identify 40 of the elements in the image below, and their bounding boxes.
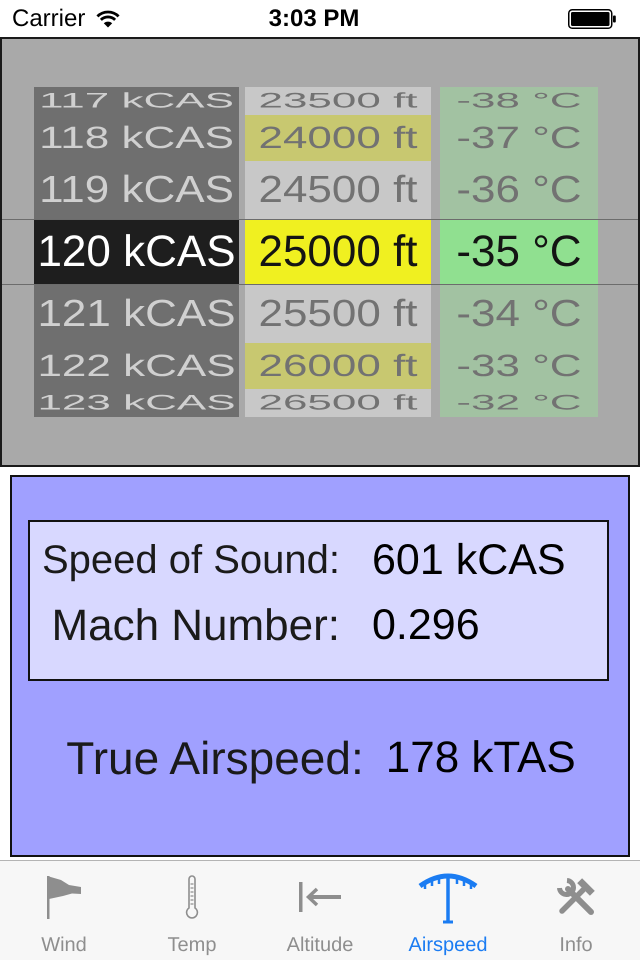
picker-option[interactable]: 26000 ft [245,343,431,389]
readout-label: Speed of Sound: [42,538,340,583]
tab-item[interactable]: Temp [128,861,256,960]
flag-icon [47,876,81,918]
picker-option[interactable]: 118 kCAS [34,115,239,161]
picker-option[interactable]: 26500 ft [245,389,431,417]
picker-option[interactable]: 25000 ft [245,220,431,284]
picker-option[interactable]: 117 kCAS [34,87,239,115]
picker-option[interactable]: -32 °C [440,389,598,417]
arrow-to-bar-icon [299,882,341,912]
tab-item[interactable]: Airspeed [384,861,512,960]
tab-item[interactable]: Altitude [256,861,384,960]
wrench-hammer-icon [556,877,596,917]
tab-item[interactable]: Wind [0,861,128,960]
battery-icon [568,8,616,28]
picker-option[interactable]: 24500 ft [245,161,431,219]
picker-option[interactable]: 120 kCAS [34,220,239,284]
tab-item[interactable]: Info [512,861,640,960]
picker-option[interactable]: 122 kCAS [34,343,239,389]
true-airspeed-value: 178 kTAS [386,733,576,783]
picker-option[interactable]: 119 kCAS [34,161,239,219]
picker-option[interactable]: 24000 ft [245,115,431,161]
picker-option[interactable]: 23500 ft [245,87,431,115]
readout-label: Mach Number: [51,600,340,650]
readout-value: 601 kCAS [372,536,567,585]
picker-option[interactable]: -34 °C [440,285,598,343]
clock-time: 3:03 PM [268,4,360,32]
picker-option[interactable]: -37 °C [440,115,598,161]
picker-option[interactable]: 121 kCAS [34,285,239,343]
picker-option[interactable]: -33 °C [440,343,598,389]
wifi-icon [96,9,120,28]
picker-option[interactable]: -38 °C [440,87,598,115]
carrier-label: Carrier [12,4,86,32]
readout-value: 0.296 [372,601,481,650]
true-airspeed-label: True Airspeed: [66,731,364,785]
picker-option[interactable]: -36 °C [440,161,598,219]
picker-option[interactable]: 123 kCAS [34,389,239,417]
picker-option[interactable]: -35 °C [440,220,598,284]
picker-option[interactable]: 25500 ft [245,285,431,343]
thermometer-icon [185,874,199,920]
